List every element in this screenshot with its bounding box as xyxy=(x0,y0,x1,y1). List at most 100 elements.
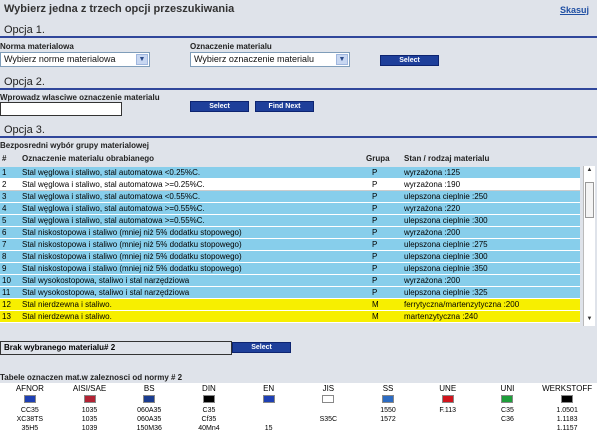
row-num: 9 xyxy=(2,264,7,273)
row-designation: Stal niskostopowa i staliwo (mniej niż 5… xyxy=(22,240,242,249)
standard-header: DIN xyxy=(202,384,216,393)
row-num: 3 xyxy=(2,192,7,201)
material-group-row[interactable]: 2 Stal węglowa i staliwo, stal automatowa… xyxy=(0,179,580,191)
material-group-row[interactable]: 5 Stal węglowa i staliwo, stal automatowa… xyxy=(0,215,580,227)
row-designation: Stal niskostopowa i staliwo (mniej niż 5… xyxy=(22,228,242,237)
standard-header: WERKSTOFF xyxy=(542,384,593,393)
row-designation: Stal nierdzewna i staliwo. xyxy=(22,300,112,309)
row-state: ferrytyczna/martenzytyczna :200 xyxy=(404,300,520,309)
row-designation: Stal wysokostopowa, staliwo i stal narzę… xyxy=(22,288,190,297)
equivalent-cell: C35 xyxy=(501,407,514,414)
row-state: ulepszona cieplnie :300 xyxy=(404,216,488,225)
row-state: wyrzażona :220 xyxy=(404,204,461,213)
material-group-row[interactable]: 7 Stal niskostopowa i staliwo (mniej niż … xyxy=(0,239,580,251)
equivalent-cell: 40Mn4 xyxy=(198,425,220,432)
flag-icon xyxy=(561,395,574,403)
row-designation: Stal niskostopowa i staliwo (mniej niż 5… xyxy=(22,252,242,261)
flag-icon xyxy=(202,395,215,403)
equivalent-cell: 1039 xyxy=(81,425,98,432)
row-num: 10 xyxy=(2,276,11,285)
equivalent-cell: 060A35 xyxy=(137,416,162,423)
chevron-down-icon: ▼ xyxy=(336,54,348,65)
page-title: Wybierz jedna z trzech opcji przeszukiwa… xyxy=(4,3,235,15)
material-group-row[interactable]: 12 Stal nierdzewna i staliwo. Mferrytyczna… xyxy=(0,299,580,311)
equivalents-table: AFNOR AISI/SAE BS DIN EN JIS SS UNE UNI WERKSTOFF… xyxy=(0,383,597,436)
standard-header: JIS xyxy=(322,384,335,393)
row-state: ulepszona cieplnie :250 xyxy=(404,192,488,201)
flag-icon xyxy=(441,395,454,403)
material-group-row[interactable]: 4 Stal węglowa i staliwo, stal automatowa… xyxy=(0,203,580,215)
option3-heading: Opcja 3. xyxy=(0,124,597,138)
norm-select-value: Wybierz norme materialowa xyxy=(4,54,116,64)
equivalent-cell: C36 xyxy=(501,416,514,423)
material-input[interactable] xyxy=(0,102,122,116)
material-group-row[interactable]: 3 Stal węglowa i staliwo, stal automatowa… xyxy=(0,191,580,203)
equivalent-cell: S35C xyxy=(319,416,338,423)
equivalent-cell: 1035 xyxy=(81,407,98,414)
option1-select-button[interactable]: Select xyxy=(380,55,439,66)
flag-icon xyxy=(143,395,156,403)
row-state: ulepszona cieplnie :325 xyxy=(404,288,488,297)
material-group-row[interactable]: 6 Stal niskostopowa i staliwo (mniej niż … xyxy=(0,227,580,239)
material-group-row[interactable]: 10 Stal wysokostopowa, staliwo i stal nar… xyxy=(0,275,580,287)
row-state: ulepszona cieplnie :300 xyxy=(404,252,488,261)
row-group: P xyxy=(372,264,378,273)
material-group-row[interactable]: 9 Stal niskostopowa i staliwo (mniej niż … xyxy=(0,263,580,275)
row-designation: Stal nierdzewna i staliwo. xyxy=(22,312,112,321)
row-state: wyrzażona :190 xyxy=(404,180,461,189)
equivalent-cell: C35 xyxy=(202,407,216,414)
equivalent-cell: 1.1157 xyxy=(556,425,578,432)
row-group: M xyxy=(372,312,379,321)
skip-link[interactable]: Skasuj xyxy=(560,5,589,15)
flag-icon xyxy=(322,395,335,403)
col-num-header: # xyxy=(2,154,7,163)
equivalent-cell: Cf35 xyxy=(201,416,217,423)
row-designation: Stal węglowa i staliwo, stal automatowa … xyxy=(22,204,205,213)
option1-heading: Opcja 1. xyxy=(0,24,597,38)
col-designation-header: Oznaczenie materialu obrabianego xyxy=(22,154,155,163)
find-next-button[interactable]: Find Next xyxy=(255,101,314,112)
equivalent-cell: CC35 xyxy=(20,407,39,414)
standard-header: UNI xyxy=(500,384,515,393)
row-state: martenzytyczna :240 xyxy=(404,312,478,321)
row-state: wyrzażona :125 xyxy=(404,168,461,177)
row-group: P xyxy=(372,216,378,225)
row-designation: Stal węglowa i staliwo, stal automatowa … xyxy=(22,192,201,201)
option3-subheading: Bezposredni wybór grupy materialowej xyxy=(0,141,149,150)
flag-icon xyxy=(262,395,275,403)
material-group-row[interactable]: 1 Stal węglowa i staliwo, stal automatowa… xyxy=(0,167,580,179)
standard-header: AISI/SAE xyxy=(72,384,107,393)
standard-header: UNE xyxy=(439,384,457,393)
row-group: P xyxy=(372,288,378,297)
row-designation: Stal węglowa i staliwo, stal automatowa … xyxy=(22,216,205,225)
chevron-down-icon: ▼ xyxy=(136,54,148,65)
material-group-row[interactable]: 11 Stal wysokostopowa, staliwo i stal nar… xyxy=(0,287,580,299)
scroll-up-icon[interactable]: ▲ xyxy=(585,167,594,176)
norm-label: Norma materialowa xyxy=(0,42,74,51)
designation-select-value: Wybierz oznaczenie materialu xyxy=(194,54,314,64)
col-group-header: Grupa xyxy=(366,154,390,163)
material-group-row[interactable]: 8 Stal niskostopowa i staliwo (mniej niż … xyxy=(0,251,580,263)
row-num: 5 xyxy=(2,216,7,225)
designation-select[interactable]: Wybierz oznaczenie materialu ▼ xyxy=(190,52,350,67)
row-num: 8 xyxy=(2,252,7,261)
row-num: 11 xyxy=(2,288,11,297)
standard-header: EN xyxy=(263,384,275,393)
standard-header: SS xyxy=(382,384,394,393)
row-group: P xyxy=(372,192,378,201)
scroll-thumb[interactable] xyxy=(585,182,594,218)
row-num: 2 xyxy=(2,180,7,189)
option2-select-button[interactable]: Select xyxy=(190,101,249,112)
flag-icon xyxy=(382,395,395,403)
list-scrollbar[interactable]: ▲ ▼ xyxy=(583,166,595,326)
flag-icon xyxy=(23,395,36,403)
equivalent-cell: 1035 xyxy=(81,416,98,423)
selection-status: Brak wybranego materialu# 2 xyxy=(0,341,232,355)
selection-select-button[interactable]: Select xyxy=(232,342,291,353)
scroll-down-icon[interactable]: ▼ xyxy=(585,316,594,325)
designation-label: Oznaczenie materialu xyxy=(190,42,272,51)
norm-select[interactable]: Wybierz norme materialowa ▼ xyxy=(0,52,150,67)
material-group-row[interactable]: 13 Stal nierdzewna i staliwo. Mmartenzytyc… xyxy=(0,311,580,323)
equivalent-cell: 1.0501 xyxy=(556,407,578,414)
equivalent-cell: 150M36 xyxy=(136,425,162,432)
